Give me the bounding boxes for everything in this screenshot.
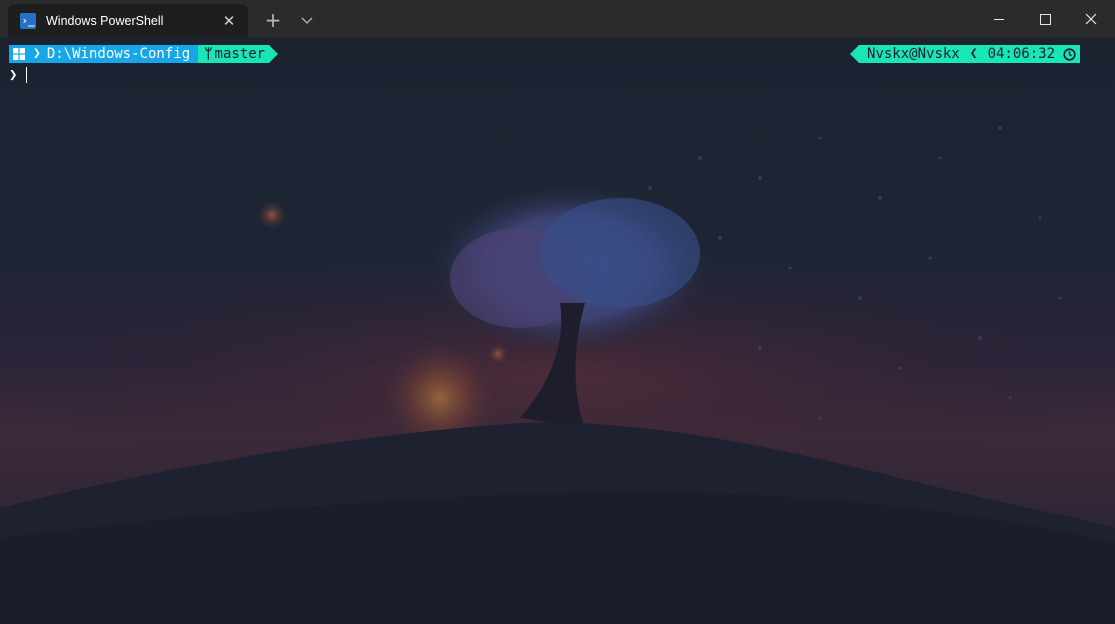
new-tab-button[interactable]: + [262,9,284,31]
prompt-left: ❯ D:\Windows-Config ᛘ master [9,45,279,63]
minimize-icon [994,18,1004,20]
prompt-char: ❯ [9,67,18,83]
windows-logo-icon [13,48,25,60]
os-segment [9,45,29,63]
text-cursor [26,67,28,83]
git-branch: master [214,46,266,62]
maximize-button[interactable] [1022,0,1068,38]
separator-icon: ❮ [969,46,978,61]
prompt-right: Nvskx@Nvskx ❮ 04:06:32 [850,45,1080,63]
terminal-area[interactable]: ❯ D:\Windows-Config ᛘ master Nvskx@Nvskx… [0,38,1115,624]
tab-dropdown-button[interactable] [296,9,318,31]
title-bar: ›_ Windows PowerShell ✕ + [0,0,1115,38]
input-line[interactable]: ❯ [9,66,28,84]
segment-arrow [850,45,860,63]
git-branch-icon: ᛘ [204,46,213,62]
git-segment: ᛘ master [198,45,270,63]
segment-arrow [269,45,279,63]
separator-icon: ❯ [33,46,41,61]
terminal-window: ›_ Windows PowerShell ✕ + ❯ D:\Windows-C… [0,0,1115,624]
chevron-down-icon [301,17,313,24]
current-path: D:\Windows-Config [46,46,191,62]
powershell-icon: ›_ [20,13,36,29]
close-icon [1085,13,1097,25]
maximize-icon [1039,13,1051,25]
user-host-segment: Nvskx@Nvskx [859,45,968,63]
close-window-button[interactable] [1068,0,1114,38]
clock-icon [1063,47,1076,61]
tab-powershell[interactable]: ›_ Windows PowerShell ✕ [8,4,248,38]
close-tab-button[interactable]: ✕ [220,12,238,30]
path-segment: ❯ D:\Windows-Config [29,45,199,63]
tab-title: Windows PowerShell [46,14,164,28]
user-host: Nvskx@Nvskx [867,46,960,62]
prompt-time: 04:06:32 [987,46,1055,62]
time-segment: ❮ 04:06:32 [967,45,1080,63]
wallpaper-background [0,38,1115,624]
minimize-button[interactable] [976,0,1022,38]
